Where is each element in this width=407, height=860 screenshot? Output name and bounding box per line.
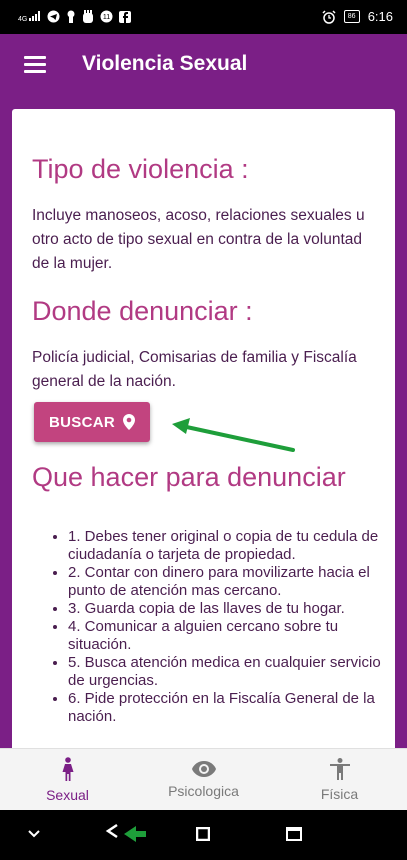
list-item: 4. Comunicar a alguien cercano sobre tu … [68, 618, 388, 654]
list-item: 3. Guarda copia de las llaves de tu hoga… [68, 600, 388, 618]
buscar-button[interactable]: BUSCAR [34, 402, 150, 442]
clock: 6:16 [367, 9, 393, 24]
telegram-icon [47, 10, 60, 23]
page-title: Violencia Sexual [82, 52, 248, 75]
tab-sexual[interactable]: Sexual [0, 749, 135, 811]
annotation-arrow-small [124, 826, 146, 842]
hand-icon [83, 10, 94, 23]
list-item: 2. Contar con dinero para movilizarte ha… [68, 564, 388, 600]
tab-label: Psicologica [168, 783, 239, 799]
keyhole-icon [67, 10, 75, 23]
tab-fisica[interactable]: Física [272, 749, 407, 811]
buscar-button-label: BUSCAR [49, 413, 115, 431]
tipo-violencia-text: Incluye manoseos, acoso, relaciones sexu… [32, 207, 365, 272]
recent-apps-icon[interactable] [286, 827, 302, 841]
steps-list: 1. Debes tener original o copia de tu ce… [44, 528, 388, 726]
status-icons-left: 4G 11 [18, 10, 132, 23]
back-icon[interactable] [104, 823, 120, 839]
list-item: 5. Busca atención medica en cualquier se… [68, 654, 388, 690]
eye-icon [191, 761, 216, 777]
system-navigation-bar [0, 810, 407, 860]
location-pin-icon [122, 414, 135, 430]
hamburger-menu-icon[interactable] [24, 56, 46, 76]
app-bar: Violencia Sexual [0, 34, 407, 98]
list-item: 6. Pide protección en la Fiscalía Genera… [68, 690, 388, 726]
bottom-navigation: Sexual Psicologica Física [0, 748, 407, 811]
tipo-violencia-title: Tipo de violencia : [32, 154, 249, 184]
battery-icon: 86 [343, 10, 360, 23]
donde-denunciar-title: Donde denunciar : [32, 296, 253, 326]
battery-level: 86 [347, 13, 356, 20]
status-icons-right: 86 6:16 [322, 9, 393, 24]
list-item: 1. Debes tener original o copia de tu ce… [68, 528, 388, 564]
tab-label: Sexual [46, 787, 89, 803]
status-bar: 4G 11 86 6:16 [0, 0, 407, 34]
notification-count-icon: 11 [100, 10, 113, 23]
facebook-icon [119, 10, 132, 23]
tab-psicologica[interactable]: Psicologica [136, 749, 271, 811]
woman-icon [62, 757, 73, 781]
donde-denunciar-text: Policía judicial, Comisarias de familia … [32, 349, 357, 390]
svg-text:11: 11 [103, 14, 110, 21]
network-type-label: 4G [18, 15, 28, 23]
chevron-down-icon[interactable] [28, 830, 40, 838]
signal-icon: 4G [18, 10, 41, 23]
tab-label: Física [320, 786, 359, 802]
alarm-icon [322, 9, 336, 24]
que-hacer-title: Que hacer para denunciar [32, 462, 346, 492]
home-square-icon[interactable] [196, 827, 210, 841]
person-icon [329, 758, 350, 780]
annotation-arrow [172, 418, 295, 452]
